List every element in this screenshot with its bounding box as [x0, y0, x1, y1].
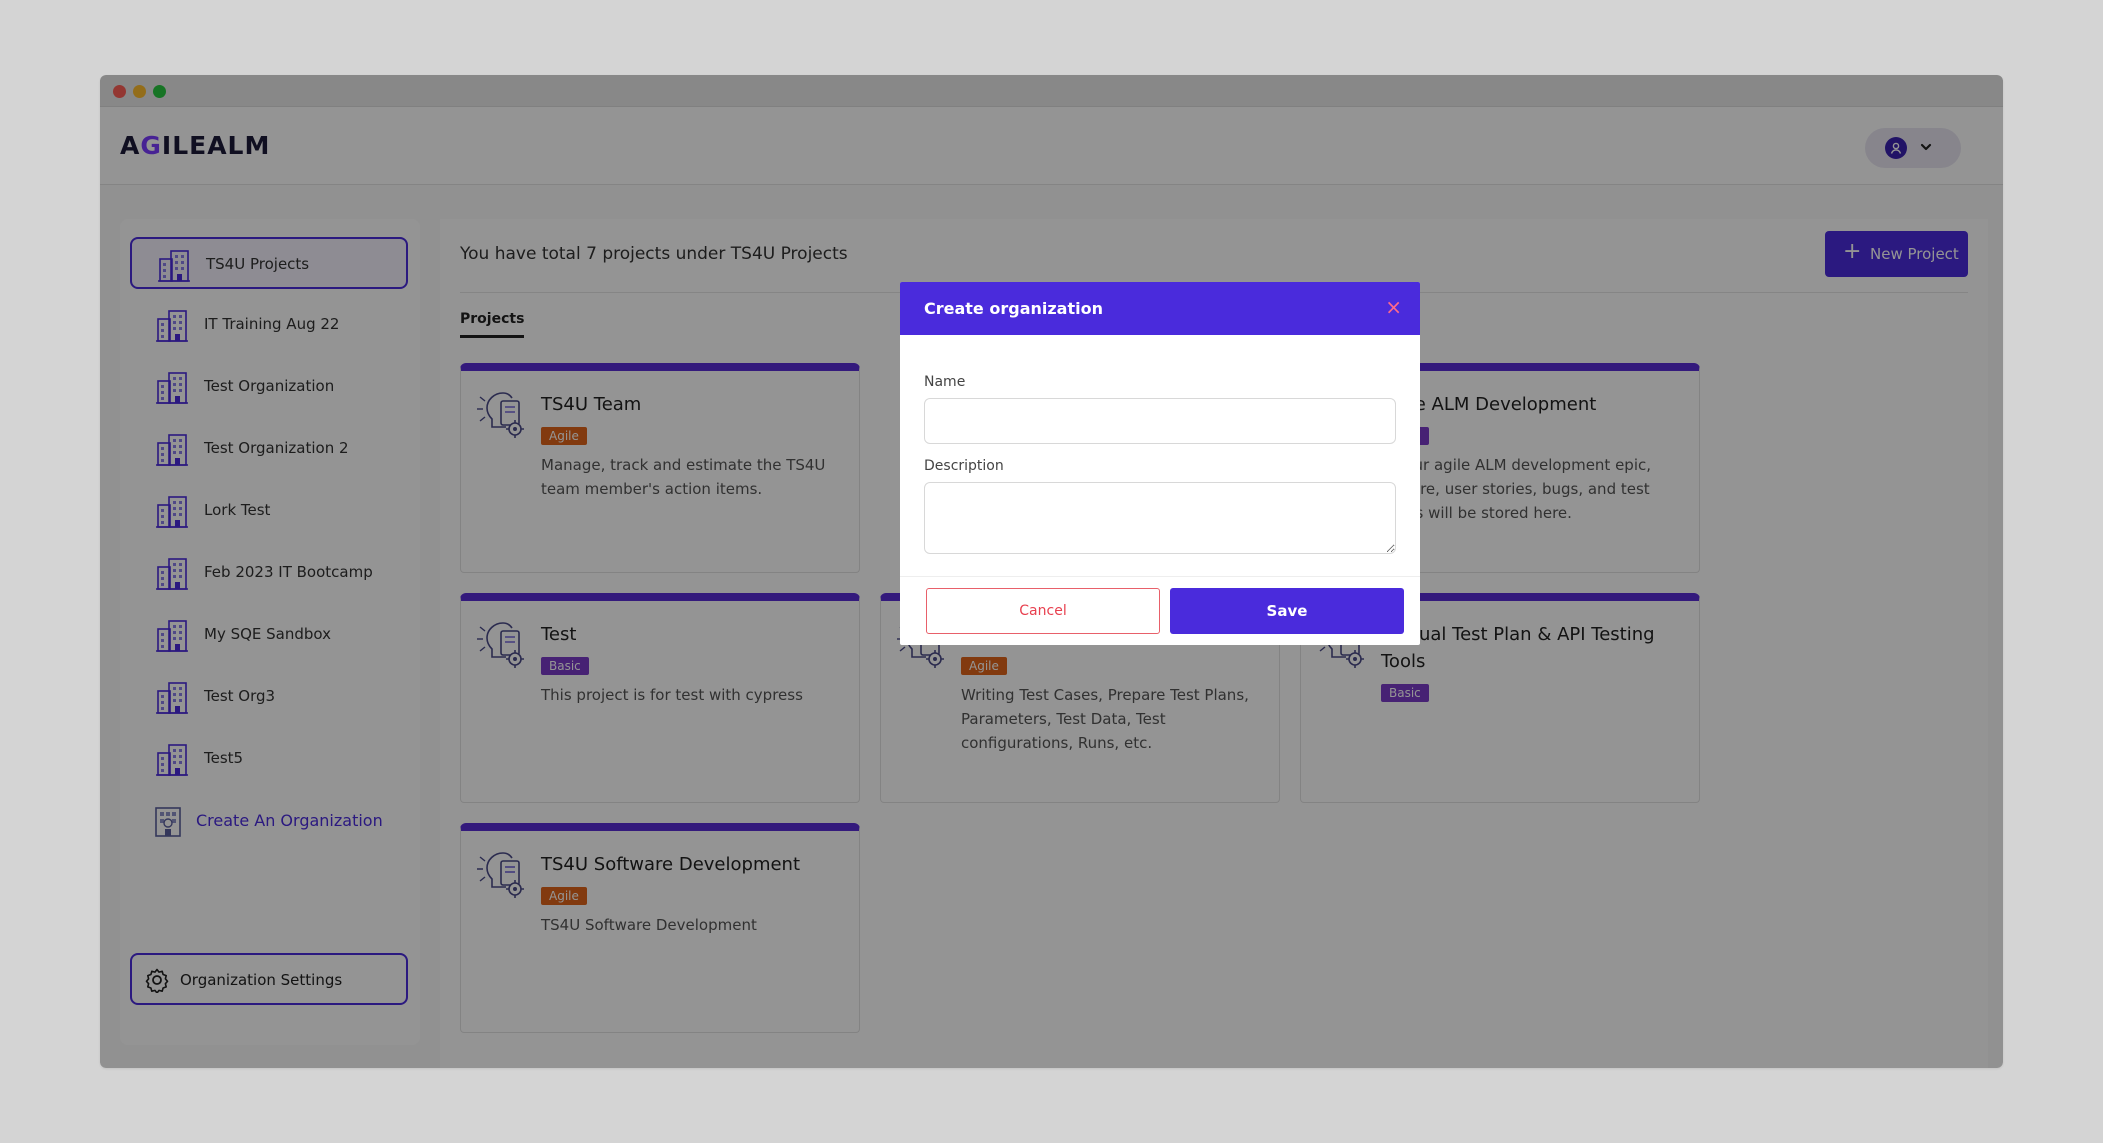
browser-window: AGILEALM Create An Organization Organiza…	[100, 75, 2003, 1068]
create-organization-dialog: Create organization × Name Description C…	[900, 282, 1420, 645]
name-label: Name	[924, 374, 966, 390]
name-input[interactable]	[924, 398, 1396, 444]
dialog-title: Create organization	[924, 299, 1103, 318]
cancel-button[interactable]: Cancel	[926, 588, 1160, 634]
description-textarea[interactable]	[924, 482, 1396, 554]
save-button[interactable]: Save	[1170, 588, 1404, 634]
close-icon[interactable]: ×	[1385, 295, 1402, 319]
description-label: Description	[924, 458, 1004, 474]
dialog-header: Create organization ×	[900, 282, 1420, 335]
divider	[900, 576, 1420, 577]
